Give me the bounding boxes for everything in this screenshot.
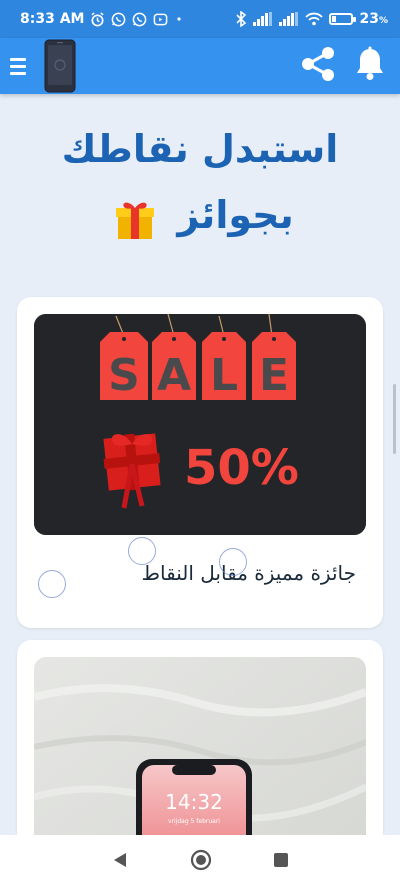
title-line-2-text: بجوائز [177,193,294,237]
title-line-1: استبدل نقاطك [61,127,339,171]
signal-icon-2 [279,12,299,26]
media-icon [153,12,168,27]
recents-icon[interactable] [273,852,289,872]
whatsapp-icon-2 [132,12,147,27]
phone-date-text: vrijdag 5 februari [168,818,220,825]
status-time: 8:33 AM [20,11,85,27]
status-bar: 8:33 AM 23% [0,0,400,38]
prize-card-2[interactable]: 14:32 vrijdag 5 februari [17,640,383,835]
app-bar-actions [298,44,386,88]
scrollbar[interactable] [393,384,396,454]
svg-text:A: A [157,350,191,401]
prize-card[interactable]: S A L E 50% جائزة مميزة مقابل النقاط [17,297,383,628]
whatsapp-icon [111,12,126,27]
status-right: 23% [235,11,388,27]
prize-caption: جائزة مميزة مقابل النقاط [141,561,356,585]
battery-text: 23% [359,11,388,27]
notification-bell-icon[interactable] [354,46,386,86]
dot-icon [174,14,184,24]
share-icon[interactable] [298,44,338,88]
phone-image: 14:32 vrijdag 5 februari [34,657,366,835]
touch-indicator [38,570,66,598]
home-icon[interactable] [190,849,212,875]
navigation-bar [0,835,400,889]
touch-indicator [128,537,156,565]
touch-indicator [219,548,247,576]
battery-icon [329,13,357,25]
svg-text:S: S [108,350,140,401]
main-content: استبدل نقاطك بجوائز S A L E 50% جائزة مم… [0,94,400,835]
phone-logo-icon [44,39,76,93]
app-bar [0,38,400,94]
sale-image: S A L E 50% [34,314,366,535]
discount-text: 50% [184,440,299,496]
menu-icon[interactable] [10,55,32,77]
title-line-2: بجوائز [0,182,400,248]
signal-icon [253,12,273,26]
phone-time-text: 14:32 [165,790,223,814]
wifi-icon [305,12,324,26]
bluetooth-icon [235,11,247,27]
status-left: 8:33 AM [20,11,184,27]
svg-text:L: L [210,350,238,401]
svg-text:E: E [259,350,289,401]
alarm-icon [90,11,105,27]
back-icon[interactable] [111,851,129,873]
gift-icon [112,195,158,241]
page-title: استبدل نقاطك بجوائز [0,116,400,248]
